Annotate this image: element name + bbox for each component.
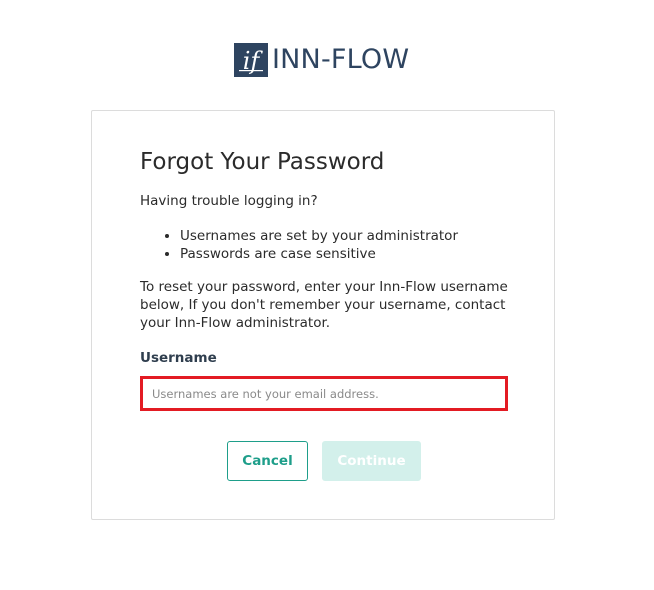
help-list: Usernames are set by your administrator … xyxy=(140,227,458,263)
page-title: Forgot Your Password xyxy=(140,149,385,175)
reset-instructions: To reset your password, enter your Inn-F… xyxy=(140,279,508,331)
brand-name: INN-FLOW xyxy=(272,44,410,75)
help-item-usernames: Usernames are set by your administrator xyxy=(180,227,458,245)
intro-text: Having trouble logging in? xyxy=(140,193,318,209)
continue-button[interactable]: Continue xyxy=(322,441,421,481)
forgot-password-page: if INN-FLOW Forgot Your Password Having … xyxy=(0,0,654,590)
help-item-passwords: Passwords are case sensitive xyxy=(180,245,458,263)
inn-flow-logo: if INN-FLOW xyxy=(234,42,409,78)
username-label: Username xyxy=(140,350,217,366)
forgot-password-card: Forgot Your Password Having trouble logg… xyxy=(91,110,555,520)
username-field-highlight xyxy=(140,376,508,411)
inn-flow-logo-mark-icon: if xyxy=(234,43,268,77)
cancel-button[interactable]: Cancel xyxy=(227,441,308,481)
username-input[interactable] xyxy=(143,379,505,408)
